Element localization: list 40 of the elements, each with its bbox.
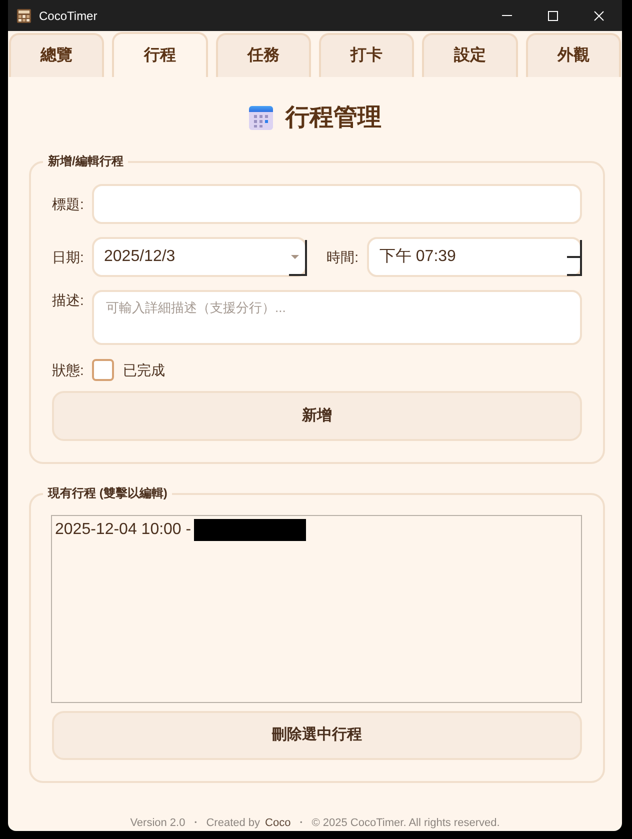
tab[interactable]: 外觀 — [526, 33, 621, 77]
dropdown-button[interactable] — [288, 240, 307, 276]
spin-down-button[interactable] — [567, 258, 582, 276]
maximize-icon — [548, 10, 558, 20]
tab[interactable]: 打卡 — [318, 33, 414, 77]
window-title: CocoTimer — [39, 8, 98, 24]
title-input[interactable] — [92, 184, 582, 224]
description-input[interactable]: 可輸入詳細描述（支援分行）... — [92, 290, 582, 345]
field-label: 日期: — [52, 248, 85, 266]
schedule-list-item[interactable]: 2025-12-04 10:00 - — [55, 519, 578, 541]
spin-up-button[interactable] — [567, 240, 582, 258]
checkbox[interactable] — [92, 359, 114, 381]
minimize-icon — [502, 15, 512, 16]
tab[interactable]: 行程 — [112, 32, 208, 77]
close-icon — [594, 10, 604, 20]
group-legend: 新增/編輯行程 — [43, 153, 128, 169]
calendar-icon — [248, 106, 272, 130]
caret-icon — [291, 255, 300, 259]
page-heading: 行程管理 — [286, 103, 382, 133]
field-label: 狀態: — [52, 361, 85, 379]
tab[interactable]: 總覽 — [9, 33, 104, 77]
separator-dot: ・ — [190, 816, 202, 830]
footer-text: Version 2.0 — [130, 816, 186, 830]
field-label: 描述: — [52, 291, 85, 309]
group-legend: 現有行程 (雙擊以編輯) — [43, 485, 172, 501]
author-link[interactable]: Coco — [265, 816, 291, 830]
time-field[interactable]: 下午 07:39 — [367, 237, 582, 277]
separator-dot: ・ — [296, 816, 307, 830]
delete-button[interactable]: 刪除選中行程 — [52, 711, 582, 760]
footer-text: Created by — [206, 816, 260, 830]
schedule-listbox[interactable]: 2025-12-04 10:00 - — [51, 515, 582, 703]
field-label: 時間: — [326, 248, 358, 266]
app-icon — [17, 8, 31, 22]
tab[interactable]: 設定 — [422, 33, 518, 77]
tab[interactable]: 任務 — [216, 33, 311, 77]
checkbox-label: 已完成 — [123, 361, 165, 379]
add-button[interactable]: 新增 — [52, 391, 582, 441]
date-field[interactable]: 2025/12/3 — [92, 237, 307, 277]
footer-text: © 2025 CocoTimer. All rights reserved. — [312, 816, 500, 830]
field-label: 標題: — [52, 195, 85, 213]
